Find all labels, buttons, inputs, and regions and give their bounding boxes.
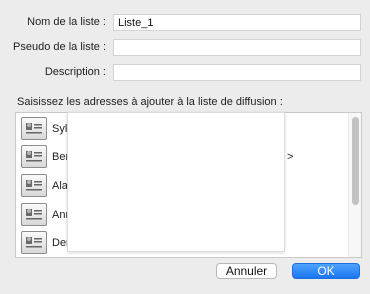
autocomplete-popup[interactable] <box>67 112 285 252</box>
list-alias-label: Pseudo de la liste : <box>13 41 106 53</box>
description-row: Description : <box>0 64 370 82</box>
contact-card-icon <box>21 203 47 226</box>
list-name-label: Nom de la liste : <box>27 16 106 28</box>
contact-card-icon <box>21 231 47 254</box>
list-name-row: Nom de la liste : <box>0 14 370 32</box>
description-input[interactable] <box>113 64 361 81</box>
contact-name: Syl <box>52 123 68 135</box>
contact-trail: > <box>287 151 294 163</box>
contact-name: Ala <box>52 180 68 192</box>
mailing-list-dialog: Nom de la liste : Pseudo de la liste : D… <box>0 0 370 294</box>
list-alias-row: Pseudo de la liste : <box>0 39 370 57</box>
list-name-input[interactable] <box>113 14 361 31</box>
address-instruction: Saisissez les adresses à ajouter à la li… <box>17 96 283 108</box>
contact-card-icon <box>21 174 47 197</box>
list-alias-input[interactable] <box>113 39 361 56</box>
description-label: Description : <box>44 66 106 78</box>
cancel-button[interactable]: Annuler <box>216 263 277 279</box>
contact-card-icon <box>21 145 47 168</box>
contact-card-icon <box>21 117 47 140</box>
ok-button[interactable]: OK <box>292 263 360 279</box>
scrollbar-thumb[interactable] <box>352 117 359 205</box>
list-scrollbar[interactable] <box>348 113 361 257</box>
